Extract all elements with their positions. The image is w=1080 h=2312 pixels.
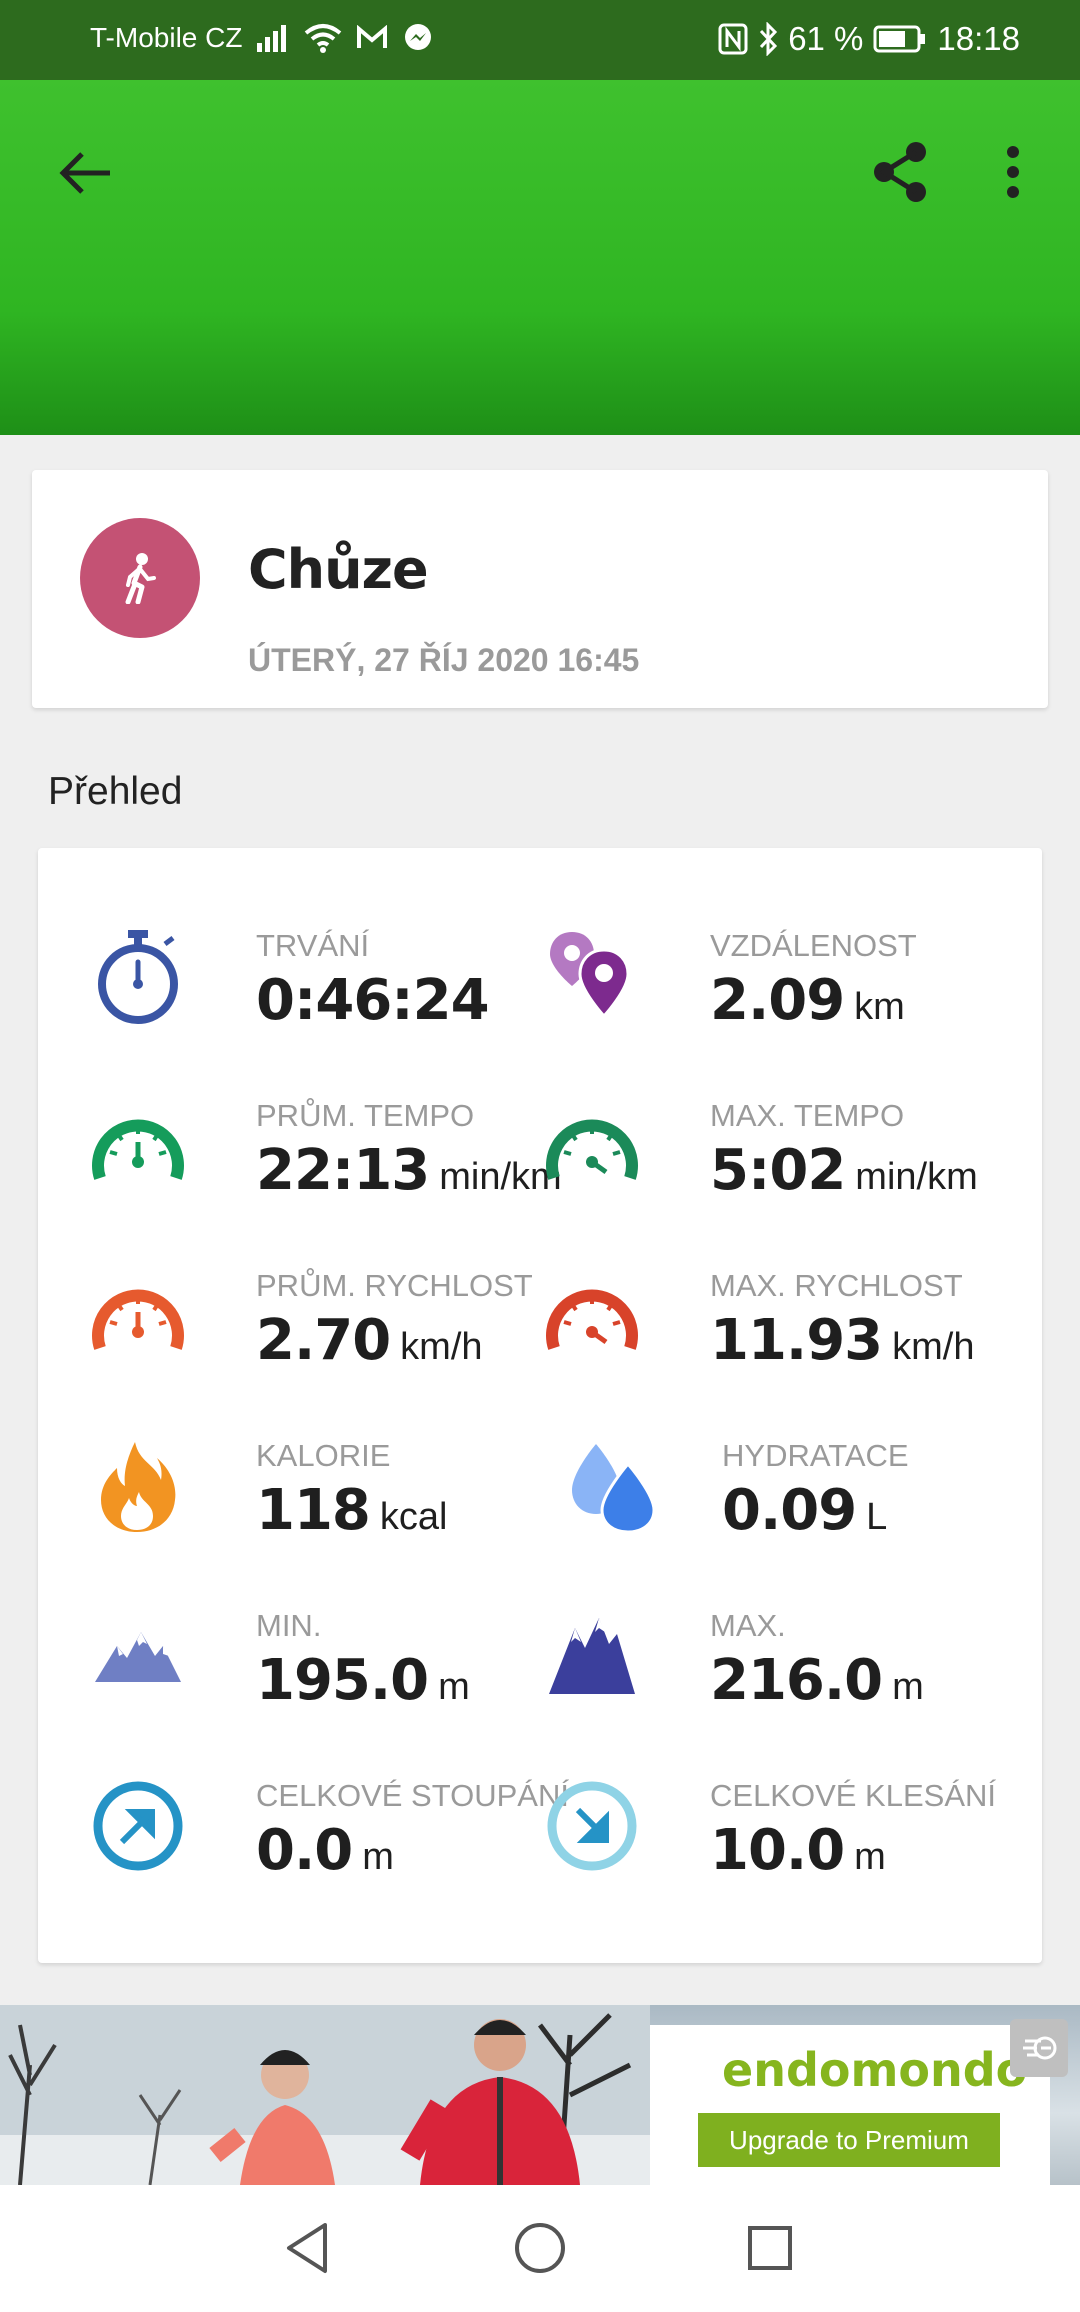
messenger-icon [402,22,434,54]
stat-label: PRŮM. RYCHLOST [256,1268,533,1303]
stat-value: 118 [256,1478,371,1543]
speedometer-icon [88,1096,188,1196]
battery-icon [873,25,927,53]
stat-min-elevation: MIN. 195.0 m [88,1606,568,1716]
stat-duration: TRVÁNÍ 0:46:24 [88,926,568,1036]
stat-total-ascent: CELKOVÉ STOUPÁNÍ 0.0 m [88,1776,569,1886]
walking-icon [80,518,200,638]
overview-heading: Přehled [48,770,183,813]
stat-label: VZDÁLENOST [710,928,917,963]
stopwatch-icon [88,926,188,1026]
stat-unit: kcal [379,1496,448,1538]
wifi-icon [304,23,342,53]
stat-max-pace: MAX. TEMPO 5:02 min/km [542,1096,1022,1206]
stat-unit: km [854,986,905,1028]
stat-unit: m [892,1666,924,1708]
stat-label: CELKOVÉ KLESÁNÍ [710,1778,997,1813]
speedometer-icon [88,1266,188,1366]
nav-home-icon[interactable] [505,2213,575,2283]
endomondo-logo: endomondo [722,2043,1028,2097]
app-header [0,80,1080,435]
location-pins-icon [542,926,642,1026]
carrier-label: T-Mobile CZ [90,22,243,53]
activity-date: ÚTERÝ, 27 ŘÍJ 2020 16:45 [248,642,640,678]
stat-unit: m [854,1836,886,1878]
stat-total-descent: CELKOVÉ KLESÁNÍ 10.0 m [542,1776,1022,1886]
share-icon[interactable] [862,132,937,212]
ascent-arrow-icon [88,1776,188,1876]
stat-value: 11.93 [710,1308,883,1373]
mountains-icon [542,1606,642,1706]
stat-label: PRŮM. TEMPO [256,1098,475,1133]
clock: 18:18 [937,20,1020,57]
status-bar: T-Mobile CZ 61 % 18:18 [0,0,1080,80]
overview-card: TRVÁNÍ 0:46:24 VZDÁLENOST 2.09 km PRŮM. T… [38,848,1042,1963]
stat-value: 0.09 [722,1478,857,1543]
descent-arrow-icon [542,1776,642,1876]
stat-distance: VZDÁLENOST 2.09 km [542,926,1022,1036]
signal-icon [256,23,290,53]
ad-content: endomondo Upgrade to Premium [650,2025,1050,2185]
stat-value: 2.09 [710,968,845,1033]
stat-unit: m [362,1836,394,1878]
stat-unit: L [866,1496,888,1538]
bluetooth-icon [758,22,778,56]
gmail-icon [356,25,388,51]
stat-value: 10.0 [710,1818,845,1883]
flame-icon [88,1436,188,1536]
battery-percent: 61 % [788,20,864,57]
stat-value: 5:02 [710,1138,846,1203]
mountains-icon [88,1606,188,1706]
stat-max-speed: MAX. RYCHLOST 11.93 km/h [542,1266,1022,1376]
upgrade-button[interactable]: Upgrade to Premium [698,2113,1000,2167]
stat-value: 2.70 [256,1308,391,1373]
stat-value: 195.0 [256,1648,429,1713]
stat-value: 216.0 [710,1648,883,1713]
stat-unit: min/km [855,1156,978,1198]
stat-hydration: HYDRATACE 0.09 L [542,1436,1022,1546]
stat-label: MAX. [710,1608,786,1643]
stat-unit: km/h [892,1326,975,1368]
stat-max-elevation: MAX. 216.0 m [542,1606,1022,1716]
stat-unit: km/h [400,1326,483,1368]
stat-value: 22:13 [256,1138,430,1203]
stat-calories: KALORIE 118 kcal [88,1436,568,1546]
stat-label: MAX. TEMPO [710,1098,905,1133]
water-drops-icon [564,1436,664,1536]
stat-label: HYDRATACE [722,1438,909,1473]
activity-card: Chůze ÚTERÝ, 27 ŘÍJ 2020 16:45 [32,470,1048,708]
arrow-back-icon[interactable] [50,138,120,208]
ad-banner[interactable]: endomondo Upgrade to Premium [0,2005,1080,2185]
stat-value: 0:46:24 [256,968,490,1033]
stat-label: MIN. [256,1608,322,1643]
stat-label: MAX. RYCHLOST [710,1268,963,1303]
nfc-icon [718,23,748,55]
activity-title: Chůze [248,538,429,601]
ad-close-icon[interactable] [1010,2019,1068,2077]
stat-avg-speed: PRŮM. RYCHLOST 2.70 km/h [88,1266,568,1376]
stat-unit: m [438,1666,470,1708]
navigation-bar [0,2185,1080,2312]
stat-value: 0.0 [256,1818,353,1883]
nav-recents-icon[interactable] [735,2213,805,2283]
ad-photo [0,2005,650,2185]
nav-back-icon[interactable] [272,2213,342,2283]
stat-label: KALORIE [256,1438,391,1473]
speedometer-icon [542,1096,642,1196]
stat-label: CELKOVÉ STOUPÁNÍ [256,1778,569,1813]
more-vert-icon[interactable] [990,132,1035,212]
stat-avg-pace: PRŮM. TEMPO 22:13 min/km [88,1096,568,1206]
speedometer-icon [542,1266,642,1366]
stat-label: TRVÁNÍ [256,928,370,963]
